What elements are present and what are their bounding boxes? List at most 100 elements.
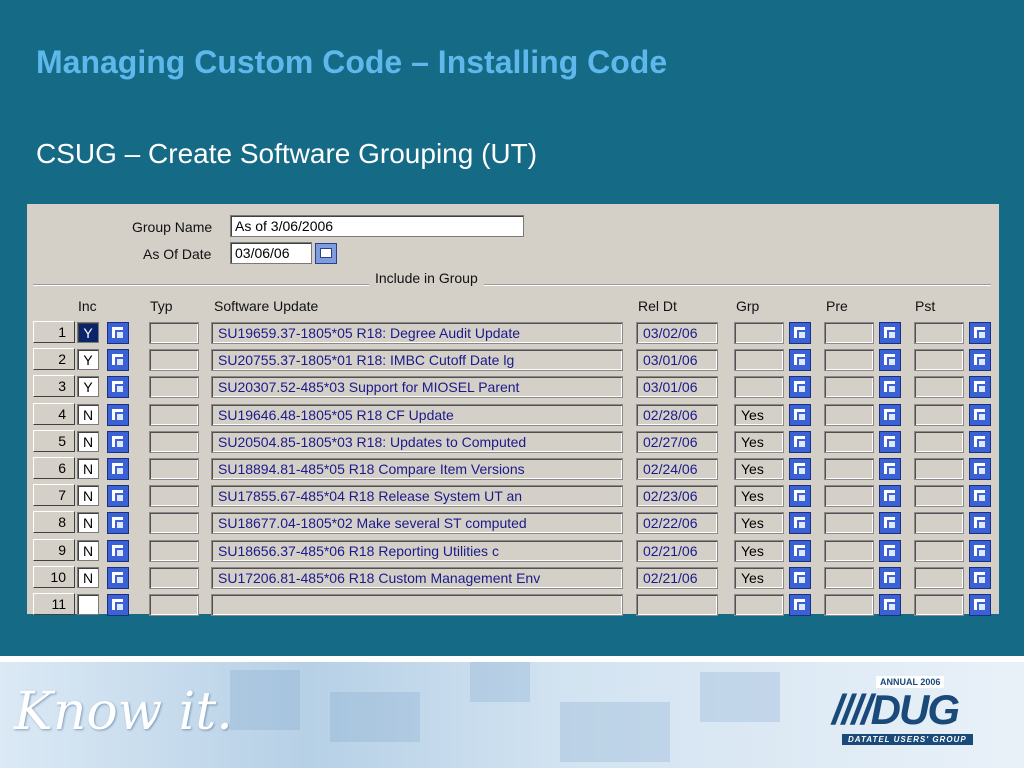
row-number-button[interactable]: 8 <box>33 511 75 534</box>
pst-field[interactable] <box>914 566 964 589</box>
lookup-icon[interactable] <box>969 376 991 399</box>
row-number-button[interactable]: 11 <box>33 593 75 615</box>
pre-field[interactable] <box>824 539 874 562</box>
lookup-icon[interactable] <box>107 485 129 508</box>
grp-field[interactable]: Yes <box>734 458 784 480</box>
inc-field[interactable]: N <box>77 458 99 479</box>
rel-dt-field[interactable]: 02/21/06 <box>636 539 718 562</box>
lookup-icon[interactable] <box>879 322 901 344</box>
pre-field[interactable] <box>824 322 874 344</box>
inc-field[interactable]: N <box>77 403 99 425</box>
row-number-button[interactable]: 4 <box>33 402 75 425</box>
lookup-icon[interactable] <box>107 594 129 616</box>
software-update-field[interactable]: SU19659.37-1805*05 R18: Degree Audit Upd… <box>211 322 623 344</box>
software-update-field[interactable]: SU17206.81-485*06 R18 Custom Management … <box>211 566 623 589</box>
rel-dt-field[interactable]: 02/27/06 <box>636 430 718 453</box>
software-update-field[interactable]: SU20755.37-1805*01 R18: IMBC Cutoff Date… <box>211 349 623 372</box>
lookup-icon[interactable] <box>969 430 991 453</box>
lookup-icon[interactable] <box>969 485 991 508</box>
pst-field[interactable] <box>914 403 964 426</box>
inc-field[interactable] <box>77 594 99 615</box>
lookup-icon[interactable] <box>107 512 129 535</box>
inc-field[interactable]: N <box>77 512 99 534</box>
grp-field[interactable]: Yes <box>734 512 784 535</box>
lookup-icon[interactable] <box>107 376 129 399</box>
pre-field[interactable] <box>824 566 874 589</box>
grp-field[interactable]: Yes <box>734 430 784 453</box>
software-update-field[interactable]: SU18894.81-485*05 R18 Compare Item Versi… <box>211 458 623 480</box>
typ-field[interactable] <box>149 566 199 589</box>
rel-dt-field[interactable]: 03/01/06 <box>636 349 718 372</box>
lookup-icon[interactable] <box>107 458 129 480</box>
software-update-field[interactable]: SU20504.85-1805*03 R18: Updates to Compu… <box>211 430 623 453</box>
lookup-icon[interactable] <box>107 539 129 562</box>
lookup-icon[interactable] <box>789 512 811 535</box>
software-update-field[interactable]: SU18656.37-485*06 R18 Reporting Utilitie… <box>211 539 623 562</box>
typ-field[interactable] <box>149 512 199 535</box>
grp-field[interactable] <box>734 594 784 616</box>
lookup-icon[interactable] <box>879 512 901 535</box>
lookup-icon[interactable] <box>879 539 901 562</box>
pre-field[interactable] <box>824 349 874 372</box>
row-number-button[interactable]: 7 <box>33 484 75 507</box>
rel-dt-field[interactable]: 03/02/06 <box>636 322 718 344</box>
lookup-icon[interactable] <box>879 403 901 426</box>
lookup-icon[interactable] <box>107 349 129 372</box>
grp-field[interactable]: Yes <box>734 566 784 589</box>
rel-dt-field[interactable]: 02/21/06 <box>636 566 718 589</box>
inc-field[interactable]: N <box>77 430 99 452</box>
inc-field[interactable]: N <box>77 539 99 561</box>
pst-field[interactable] <box>914 512 964 535</box>
rel-dt-field[interactable]: 02/23/06 <box>636 485 718 508</box>
lookup-icon[interactable] <box>789 566 811 589</box>
typ-field[interactable] <box>149 458 199 480</box>
lookup-icon[interactable] <box>789 485 811 508</box>
lookup-icon[interactable] <box>969 349 991 372</box>
lookup-icon[interactable] <box>879 485 901 508</box>
pre-field[interactable] <box>824 403 874 426</box>
rel-dt-field[interactable] <box>636 594 718 616</box>
typ-field[interactable] <box>149 322 199 344</box>
typ-field[interactable] <box>149 376 199 399</box>
lookup-icon[interactable] <box>879 349 901 372</box>
row-number-button[interactable]: 10 <box>33 565 75 588</box>
pst-field[interactable] <box>914 322 964 344</box>
pre-field[interactable] <box>824 594 874 616</box>
lookup-icon[interactable] <box>879 458 901 480</box>
pre-field[interactable] <box>824 512 874 535</box>
lookup-icon[interactable] <box>879 430 901 453</box>
pst-field[interactable] <box>914 349 964 372</box>
as-of-date-input[interactable]: 03/06/06 <box>230 242 312 264</box>
lookup-icon[interactable] <box>969 403 991 426</box>
typ-field[interactable] <box>149 594 199 616</box>
lookup-icon[interactable] <box>107 566 129 589</box>
lookup-icon[interactable] <box>879 376 901 399</box>
lookup-icon[interactable] <box>789 349 811 372</box>
lookup-icon[interactable] <box>789 539 811 562</box>
lookup-icon[interactable] <box>969 458 991 480</box>
inc-field[interactable]: N <box>77 485 99 507</box>
grp-field[interactable] <box>734 322 784 344</box>
pst-field[interactable] <box>914 594 964 616</box>
inc-field[interactable]: N <box>77 566 99 588</box>
rel-dt-field[interactable]: 02/28/06 <box>636 403 718 426</box>
pst-field[interactable] <box>914 539 964 562</box>
pst-field[interactable] <box>914 376 964 399</box>
software-update-field[interactable]: SU18677.04-1805*02 Make several ST compu… <box>211 512 623 535</box>
pre-field[interactable] <box>824 430 874 453</box>
inc-field[interactable]: Y <box>77 376 99 398</box>
row-number-button[interactable]: 3 <box>33 375 75 398</box>
lookup-icon[interactable] <box>107 430 129 453</box>
row-number-button[interactable]: 5 <box>33 429 75 452</box>
lookup-icon[interactable] <box>789 430 811 453</box>
pre-field[interactable] <box>824 458 874 480</box>
lookup-icon[interactable] <box>879 594 901 616</box>
grp-field[interactable]: Yes <box>734 403 784 426</box>
software-update-field[interactable]: SU20307.52-485*03 Support for MIOSEL Par… <box>211 376 623 399</box>
pst-field[interactable] <box>914 430 964 453</box>
lookup-icon[interactable] <box>789 403 811 426</box>
row-number-button[interactable]: 1 <box>33 321 75 343</box>
lookup-icon[interactable] <box>969 539 991 562</box>
lookup-icon[interactable] <box>107 322 129 344</box>
typ-field[interactable] <box>149 485 199 508</box>
